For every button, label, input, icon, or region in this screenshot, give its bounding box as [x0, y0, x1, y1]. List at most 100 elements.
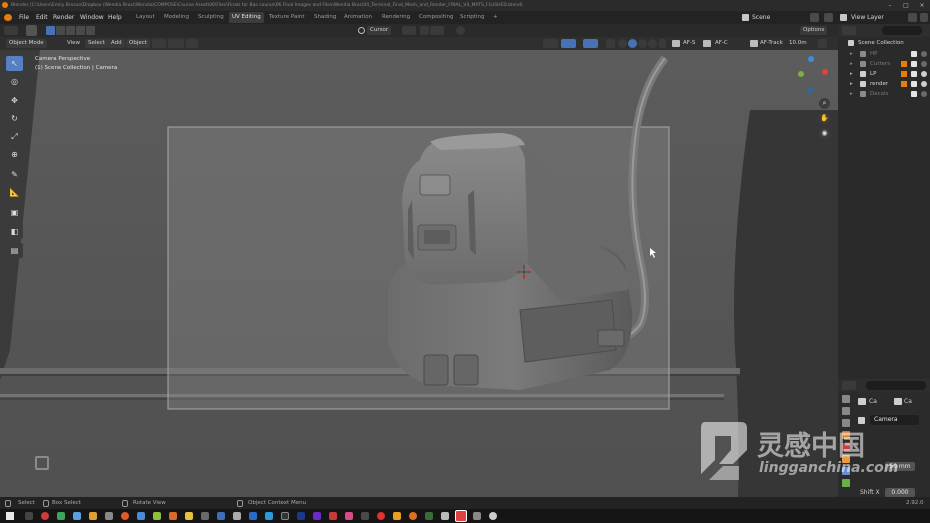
transform-tool-icon[interactable]: ⊕	[6, 147, 23, 162]
taskbar-app-icon-1[interactable]	[25, 512, 33, 520]
taskbar-app-icon-14[interactable]	[233, 512, 241, 520]
header-collapse-icon[interactable]	[818, 39, 827, 48]
taskbar-app-icon-11[interactable]	[185, 512, 193, 520]
outliner-row-decals[interactable]: ▸ Decals	[838, 89, 930, 99]
shading-material-icon[interactable]	[638, 39, 647, 48]
menu-window[interactable]: Window	[80, 11, 104, 24]
taskbar-app-icon-19[interactable]	[313, 512, 321, 520]
taskbar-app-icon-5[interactable]	[89, 512, 97, 520]
scene-selector[interactable]: Scene	[752, 11, 770, 24]
workspace-tab-uv-editing[interactable]: UV Editing	[229, 12, 264, 23]
eye-icon[interactable]	[921, 91, 927, 97]
workspace-tab-shading[interactable]: Shading	[311, 12, 339, 23]
expand-icon[interactable]: ▸	[850, 89, 853, 99]
taskbar-app-icon-29[interactable]	[473, 512, 481, 520]
af-track-button[interactable]: AF-Track	[760, 39, 783, 48]
taskbar-app-icon-6[interactable]	[105, 512, 113, 520]
outliner-row-hp[interactable]: ▸ HP	[838, 49, 930, 59]
maximize-button[interactable]: □	[898, 0, 914, 11]
properties-tab-label-b[interactable]: Ca	[904, 398, 912, 405]
proportional-edit-icon[interactable]	[456, 26, 465, 35]
pan-view-icon[interactable]: ✋	[819, 113, 830, 124]
taskbar-app-icon-10[interactable]	[169, 512, 177, 520]
gizmo-z-axis[interactable]	[808, 56, 814, 62]
scene-browse-icon[interactable]	[810, 13, 819, 22]
properties-tab-icon-b[interactable]	[894, 398, 902, 405]
scale-tool-icon[interactable]: ⤢	[6, 129, 23, 144]
outliner-row-cutters[interactable]: ▸ Cutters	[838, 59, 930, 69]
expand-icon[interactable]: ▸	[850, 79, 853, 89]
taskbar-app-icon-12[interactable]	[201, 512, 209, 520]
gizmo-x-axis[interactable]	[822, 69, 828, 75]
eye-icon[interactable]	[921, 51, 927, 57]
taskbar-app-icon-7[interactable]	[121, 512, 129, 520]
extra-tool-icon-1[interactable]: ◧	[6, 224, 23, 239]
transform-orientation-dropdown[interactable]: Cursor	[367, 26, 392, 35]
shading-options-icon[interactable]	[659, 39, 666, 48]
zoom-view-icon[interactable]: ⌕	[819, 98, 830, 109]
view-layer-new-icon[interactable]	[920, 13, 928, 22]
af-c-button[interactable]: AF-C	[715, 39, 728, 48]
taskbar-app-icon-30[interactable]	[489, 512, 497, 520]
outliner-editor-type-icon[interactable]	[842, 26, 856, 35]
minimize-button[interactable]: –	[882, 0, 898, 11]
gizmo-y-axis[interactable]	[798, 71, 804, 77]
move-tool-icon[interactable]: ✥	[6, 93, 23, 108]
taskbar-app-icon-26[interactable]	[425, 512, 433, 520]
expand-icon[interactable]: ▸	[850, 59, 853, 69]
start-menu-icon[interactable]	[6, 512, 14, 520]
menu-edit[interactable]: Edit	[36, 11, 48, 24]
taskbar-app-icon-3[interactable]	[57, 512, 65, 520]
options-dropdown[interactable]: Options	[800, 26, 828, 35]
proportional-falloff-icon[interactable]	[186, 39, 198, 48]
workspace-tab-animation[interactable]: Animation	[341, 12, 375, 23]
taskbar-app-icon-9[interactable]	[153, 512, 161, 520]
viewport-menu-select[interactable]: Select	[85, 39, 108, 48]
taskbar-app-icon-20[interactable]	[329, 512, 337, 520]
select-mode-invert-icon[interactable]	[76, 26, 85, 35]
menu-file[interactable]: File	[19, 11, 29, 24]
view-layer-browse-icon[interactable]	[908, 13, 917, 22]
expand-icon[interactable]: ▸	[850, 49, 853, 59]
output-props-icon[interactable]	[842, 407, 850, 415]
taskbar-app-icon-28[interactable]	[455, 510, 467, 522]
scene-new-icon[interactable]	[824, 13, 833, 22]
checkbox-icon[interactable]	[911, 71, 917, 77]
snap-toggle-icon[interactable]	[420, 26, 429, 35]
extra-tool-icon-2[interactable]: ▤	[6, 243, 23, 258]
shading-rendered-icon[interactable]	[648, 39, 657, 48]
rotate-tool-icon[interactable]: ↻	[6, 111, 23, 126]
select-tool-icon[interactable]: ↖	[6, 56, 23, 71]
eye-icon[interactable]	[921, 61, 927, 67]
expand-icon[interactable]: ▸	[850, 69, 853, 79]
checkbox-icon[interactable]	[911, 61, 917, 67]
taskbar-app-icon-23[interactable]	[377, 512, 385, 520]
taskbar-app-icon-13[interactable]	[217, 512, 225, 520]
properties-tab-label-a[interactable]: Ca	[869, 398, 877, 405]
blender-menu-icon[interactable]	[4, 14, 12, 21]
taskbar-app-icon-16[interactable]	[265, 512, 273, 520]
gizmo-neg-axis[interactable]	[807, 87, 813, 93]
view-layer-selector[interactable]: View Layer	[851, 11, 884, 24]
workspace-tab-rendering[interactable]: Rendering	[379, 12, 413, 23]
shading-solid-icon[interactable]	[628, 39, 637, 48]
eye-icon[interactable]	[921, 81, 927, 87]
gizmo-toggle-icon[interactable]	[561, 39, 576, 48]
select-mode-subtract-icon[interactable]	[66, 26, 75, 35]
properties-tab-icon-a[interactable]	[858, 398, 866, 405]
taskbar-app-icon-22[interactable]	[361, 512, 369, 520]
menu-help[interactable]: Help	[108, 11, 122, 24]
object-mode-dropdown[interactable]: Object Mode	[6, 39, 47, 48]
active-tool-icon[interactable]	[26, 25, 37, 36]
workspace-tab-compositing[interactable]: Compositing	[416, 12, 456, 23]
focus-distance-value[interactable]: 10.0m	[789, 39, 807, 48]
workspace-tab-sculpting[interactable]: Sculpting	[195, 12, 227, 23]
xray-toggle-icon[interactable]	[606, 39, 615, 48]
eye-icon[interactable]	[921, 71, 927, 77]
add-workspace-button[interactable]: +	[490, 12, 501, 23]
viewport-menu-object[interactable]: Object	[126, 39, 150, 48]
viewport-menu-view[interactable]: View	[67, 39, 80, 48]
outliner-row-lp[interactable]: ▸ LP	[838, 69, 930, 79]
cursor-tool-icon[interactable]: ◎	[6, 74, 23, 89]
outliner-row-render[interactable]: ▸ render	[838, 79, 930, 89]
